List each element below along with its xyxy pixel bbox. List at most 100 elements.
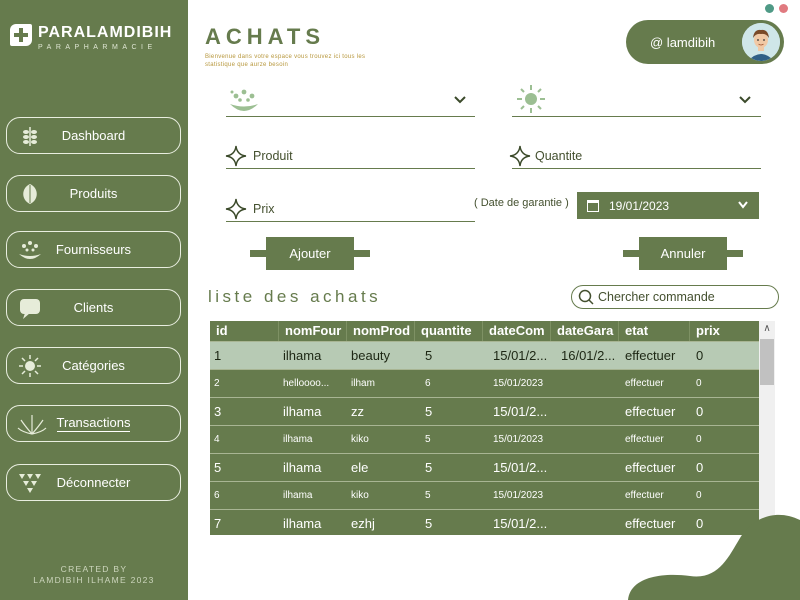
chevron-down-icon <box>738 201 748 209</box>
table-cell-nomfour: ilhama <box>283 460 322 475</box>
table-cell-prix: 0 <box>696 348 704 363</box>
credit-line: LAMDIBIH ILHAME 2023 <box>33 575 155 585</box>
sidebar-item-dashboard[interactable]: Dashboard <box>6 117 181 154</box>
table-cell-quantite: 5 <box>425 490 431 501</box>
annuler-button[interactable]: Annuler <box>623 237 743 270</box>
produit-field-label: Produit <box>253 149 293 163</box>
table-cell-etat: effectuer <box>625 348 676 363</box>
search-input[interactable] <box>598 290 768 304</box>
page-title: ACHATS <box>205 24 326 49</box>
scroll-up-icon[interactable]: ∧ <box>759 321 775 337</box>
chevron-down-icon[interactable] <box>738 95 752 105</box>
column-header[interactable]: nomFour <box>279 321 347 341</box>
table-row[interactable]: 4 ilhama kiko 5 15/01/2023 effectuer 0 <box>210 425 775 453</box>
triangles-icon <box>19 474 41 493</box>
close-dot-icon[interactable] <box>779 4 788 13</box>
table-cell-id: 5 <box>214 460 222 475</box>
pharmacy-cross-icon <box>10 24 32 46</box>
table-cell-quantite: 5 <box>425 434 431 445</box>
user-name: @ lamdibih <box>650 34 716 50</box>
column-header[interactable]: dateCom <box>483 321 551 341</box>
table-cell-id: 3 <box>214 404 222 419</box>
ajouter-label: Ajouter <box>266 237 354 270</box>
quantite-field[interactable] <box>512 168 761 169</box>
table-cell-dategara <box>551 426 619 453</box>
search-box[interactable] <box>571 285 779 309</box>
table-cell-nomfour: helloooo... <box>283 378 330 389</box>
table-row[interactable]: 3 ilhama zz 5 15/01/2... effectuer 0 <box>210 397 775 425</box>
table-cell-nomprod: ele <box>351 460 369 475</box>
table-cell-nomfour: ilhama <box>283 516 322 531</box>
table-row[interactable]: 2 helloooo... ilham 6 15/01/2023 effectuer 0 <box>210 369 775 397</box>
column-header[interactable]: prix <box>690 321 760 341</box>
table-cell-nomprod: ezhj <box>351 516 375 531</box>
sidebar-item-deconnecter[interactable]: Déconnecter <box>6 464 181 501</box>
table-cell-dategara <box>551 454 619 481</box>
sidebar-item-fournisseurs[interactable]: Fournisseurs <box>6 231 181 268</box>
decorative-blob <box>628 514 800 600</box>
minimize-dot-icon[interactable] <box>765 4 774 13</box>
column-header[interactable]: quantite <box>415 321 483 341</box>
table-header: id nomFour nomProd quantite dateCom date… <box>210 321 775 341</box>
leaf-sprig-icon <box>23 127 37 146</box>
sidebar-item-label: Déconnecter <box>56 475 131 490</box>
categorie-dropdown[interactable] <box>512 116 761 117</box>
table-row[interactable]: 5 ilhama ele 5 15/01/2... effectuer 0 <box>210 453 775 481</box>
quantite-field-label: Quantite <box>535 149 583 163</box>
list-title: liste des achats <box>208 287 382 306</box>
table-cell-datecom: 15/01/2023 <box>493 434 544 445</box>
sidebar-item-label: Fournisseurs <box>55 242 132 257</box>
chevron-down-icon[interactable] <box>453 95 467 105</box>
table-cell-dategara: 16/01/2... <box>561 348 616 363</box>
table-cell-quantite: 5 <box>425 404 433 419</box>
table-cell-datecom: 15/01/2023 <box>493 378 544 389</box>
garantie-date-picker[interactable]: 19/01/2023 <box>577 192 759 219</box>
table-cell-prix: 0 <box>696 434 702 445</box>
annuler-label: Annuler <box>639 237 727 270</box>
prix-field[interactable] <box>226 221 475 222</box>
scroll-thumb[interactable] <box>760 339 774 385</box>
column-header[interactable]: nomProd <box>347 321 415 341</box>
garantie-label: ( Date de garantie ) <box>474 197 569 209</box>
calendar-icon <box>587 199 599 212</box>
sun-icon <box>517 85 545 113</box>
sidebar-item-clients[interactable]: Clients <box>6 289 181 326</box>
sidebar-item-categories[interactable]: Catégories <box>6 347 181 384</box>
table-cell-prix: 0 <box>696 460 704 475</box>
drops-icon <box>19 241 41 259</box>
table-cell-nomfour: ilhama <box>283 434 313 445</box>
column-header[interactable]: etat <box>619 321 690 341</box>
date-value: 19/01/2023 <box>609 198 670 213</box>
sidebar-item-transactions[interactable]: Transactions <box>6 405 181 442</box>
table-cell-nomfour: ilhama <box>283 404 322 419</box>
table-cell-datecom: 15/01/2... <box>493 404 548 419</box>
leaf-icon <box>23 184 37 204</box>
column-header[interactable]: dateGara <box>551 321 619 341</box>
table-cell-datecom: 15/01/2... <box>493 348 548 363</box>
table-cell-dategara <box>551 370 619 397</box>
table-cell-quantite: 6 <box>425 378 431 389</box>
table-cell-prix: 0 <box>696 404 704 419</box>
sidebar-item-produits[interactable]: Produits <box>6 175 181 212</box>
column-header[interactable]: id <box>210 321 279 341</box>
table-cell-nomprod: kiko <box>351 434 369 445</box>
table-cell-id: 4 <box>214 434 220 445</box>
table-row[interactable]: 1 ilhama beauty 5 15/01/2... 16/01/2... effect… <box>210 341 775 369</box>
sidebar-item-label: Catégories <box>62 358 125 373</box>
prix-field-label: Prix <box>253 202 275 216</box>
sparkle-icon <box>225 145 247 167</box>
fournisseur-dropdown[interactable] <box>226 116 475 117</box>
table-cell-datecom: 15/01/2... <box>493 516 548 531</box>
credit-line: CREATED BY <box>60 564 128 574</box>
table-cell-id: 6 <box>214 490 220 501</box>
sidebar-item-label: Dashboard <box>61 128 126 143</box>
plant-icon <box>17 415 47 435</box>
produit-field[interactable] <box>226 168 475 169</box>
page-subtitle: Bienvenue dans votre espace vous trouvez… <box>205 54 366 68</box>
user-badge[interactable]: @ lamdibih <box>626 20 784 64</box>
sparkle-icon <box>225 198 247 220</box>
avatar-icon <box>742 23 780 61</box>
table-cell-etat: effectuer <box>625 434 664 445</box>
ajouter-button[interactable]: Ajouter <box>250 237 370 270</box>
sun-icon <box>19 355 41 377</box>
